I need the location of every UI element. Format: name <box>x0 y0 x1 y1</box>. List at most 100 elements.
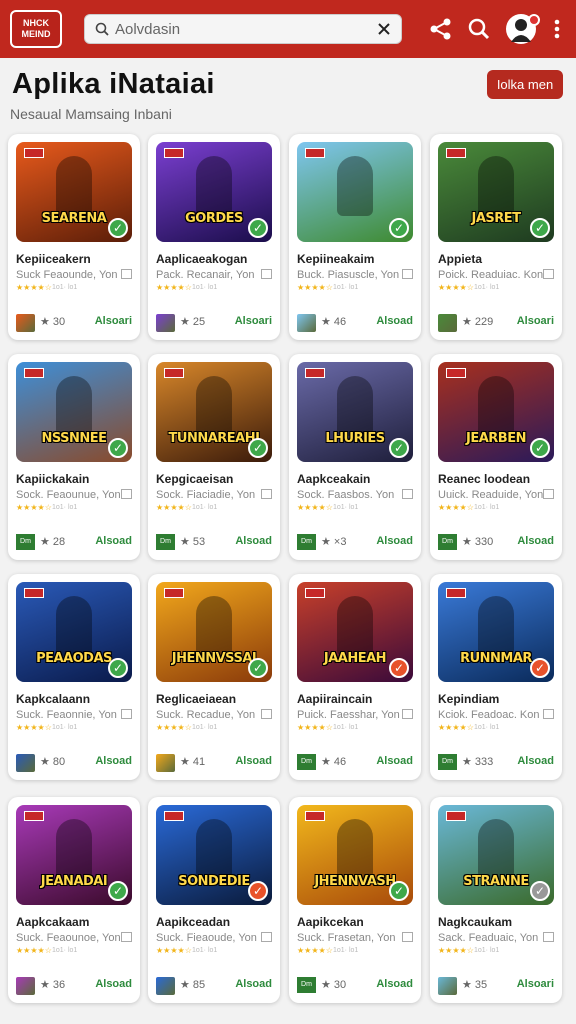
app-logo[interactable]: NHCK MEIND <box>10 10 62 48</box>
page-subtitle: Nesaual Mamsaing Inbani <box>10 106 172 122</box>
info-icon[interactable] <box>121 489 132 499</box>
install-button[interactable]: Alsoad <box>376 755 413 767</box>
install-button[interactable]: Alsoad <box>95 755 132 767</box>
info-icon[interactable] <box>402 489 413 499</box>
share-icon[interactable] <box>428 16 454 42</box>
app-card[interactable]: PEAAODAS ✓ Kapkcalaann Suck. Feaonnie, Yon ★… <box>8 574 140 780</box>
info-icon[interactable] <box>543 709 554 719</box>
app-thumbnail[interactable]: JASRET ✓ <box>438 142 554 242</box>
app-thumbnail[interactable]: ✓ <box>297 142 413 242</box>
app-name[interactable]: Kapkcalaann <box>16 692 90 706</box>
app-name[interactable]: Reglicaeiaean <box>156 692 236 706</box>
app-name[interactable]: Kapiickakain <box>16 472 89 486</box>
app-name[interactable]: Aapkcakaam <box>16 915 89 929</box>
character-figure-icon <box>196 376 232 436</box>
app-thumbnail[interactable]: NSSNNEE ✓ <box>16 362 132 462</box>
installed-check-icon: ✓ <box>108 881 128 901</box>
install-button[interactable]: Alsoad <box>95 978 132 990</box>
app-name[interactable]: Aaplicaeakogan <box>156 252 247 266</box>
info-icon[interactable] <box>261 709 272 719</box>
app-card[interactable]: LHURIES ✓ Aapkceakain Sock. Faasbos. Yon ★★★… <box>289 354 421 560</box>
app-thumbnail[interactable]: JHENNVASH ✓ <box>297 805 413 905</box>
install-button[interactable]: Alsoari <box>95 315 132 327</box>
app-name[interactable]: Aapiiraincain <box>297 692 372 706</box>
install-button[interactable]: Alsoad <box>235 535 272 547</box>
app-name[interactable]: Kepgicaeisan <box>156 472 233 486</box>
install-button[interactable]: Alsoad <box>235 755 272 767</box>
search-input[interactable]: Aolvdasin <box>84 14 402 44</box>
info-icon[interactable] <box>121 932 132 942</box>
app-card[interactable]: SEARENA ✓ Kepiiceakern Suck Feaounde, Yon ★★… <box>8 134 140 340</box>
app-name[interactable]: Reanec loodean <box>438 472 530 486</box>
app-thumbnail[interactable]: SEARENA ✓ <box>16 142 132 242</box>
info-icon[interactable] <box>261 489 272 499</box>
install-button[interactable]: Alsoad <box>95 535 132 547</box>
app-name[interactable]: Aapikcekan <box>297 915 364 929</box>
app-name[interactable]: Aapkceakain <box>297 472 370 486</box>
rating-count: 1o1· lo1 <box>333 284 359 291</box>
install-button[interactable]: Alsoad <box>376 978 413 990</box>
app-name[interactable]: Nagkcaukam <box>438 915 512 929</box>
app-thumbnail[interactable]: JHENNVSSAI ✓ <box>156 582 272 682</box>
install-button[interactable]: Alsoad <box>517 755 554 767</box>
app-thumbnail[interactable]: SONDEDIE ✓ <box>156 805 272 905</box>
more-vertical-icon[interactable] <box>544 16 570 42</box>
app-thumbnail[interactable]: RUNNMAR ✓ <box>438 582 554 682</box>
info-icon[interactable] <box>261 269 272 279</box>
install-button[interactable]: Alsoad <box>376 535 413 547</box>
app-card[interactable]: STRANNE ✓ Nagkcaukam Sack. Feaduaic, Yon ★★★… <box>430 797 562 1003</box>
install-button[interactable]: Alsoari <box>235 315 272 327</box>
app-card[interactable]: JEARBEN ✓ Reanec loodean Uuick. Readuide, Y… <box>430 354 562 560</box>
app-card[interactable]: JEANADAI ✓ Aapkcakaam Suck. Feaounoe, Yon ★★… <box>8 797 140 1003</box>
app-card[interactable]: JASRET ✓ Appieta Poick. Readuiac. Kon ★★★★☆ 1… <box>430 134 562 340</box>
star-rating: ★★★★☆ <box>297 723 333 732</box>
install-button[interactable]: Alsoad <box>235 978 272 990</box>
install-button[interactable]: Alsoad <box>517 535 554 547</box>
app-card[interactable]: GORDES ✓ Aaplicaeakogan Pack. Recanair, Yon… <box>148 134 280 340</box>
info-icon[interactable] <box>121 709 132 719</box>
install-button[interactable]: Alsoad <box>376 315 413 327</box>
app-card[interactable]: NSSNNEE ✓ Kapiickakain Sock. Feaounue, Yon ★… <box>8 354 140 560</box>
app-name[interactable]: Kepiineakaim <box>297 252 374 266</box>
app-rating: ★ ×3 <box>321 536 347 548</box>
app-thumbnail[interactable]: LHURIES ✓ <box>297 362 413 462</box>
rating-count: 1o1· lo1 <box>52 947 78 954</box>
star-rating: ★★★★☆ <box>297 946 333 955</box>
app-thumbnail[interactable]: STRANNE ✓ <box>438 805 554 905</box>
install-button[interactable]: Alsoari <box>517 315 554 327</box>
info-icon[interactable] <box>402 932 413 942</box>
info-icon[interactable] <box>121 269 132 279</box>
app-thumbnail[interactable]: TUNNAREAHI ✓ <box>156 362 272 462</box>
info-icon[interactable] <box>261 932 272 942</box>
info-icon[interactable] <box>402 269 413 279</box>
app-name[interactable]: Appieta <box>438 252 482 266</box>
app-publisher: Buck. Piasuscle, Yon <box>297 269 400 281</box>
info-icon[interactable] <box>543 489 554 499</box>
app-name[interactable]: Kepiiceakern <box>16 252 91 266</box>
app-card[interactable]: JAAHEAH ✓ Aapiiraincain Puick. Faesshar, Yo… <box>289 574 421 780</box>
app-thumbnail[interactable]: JAAHEAH ✓ <box>297 582 413 682</box>
app-card[interactable]: SONDEDIE ✓ Aapikceadan Suck. Fieaoude, Yon ★… <box>148 797 280 1003</box>
info-icon[interactable] <box>543 269 554 279</box>
app-thumbnail[interactable]: PEAAODAS ✓ <box>16 582 132 682</box>
app-thumbnail[interactable]: JEARBEN ✓ <box>438 362 554 462</box>
info-icon[interactable] <box>402 709 413 719</box>
app-name[interactable]: Aapikceadan <box>156 915 230 929</box>
search-icon[interactable] <box>466 16 492 42</box>
installed-check-icon: ✓ <box>248 881 268 901</box>
app-card[interactable]: JHENNVASH ✓ Aapikcekan Suck. Frasetan, Yon ★… <box>289 797 421 1003</box>
header-action-button[interactable]: Iolka men <box>487 70 563 99</box>
app-card[interactable]: ✓ Kepiineakaim Buck. Piasuscle, Yon ★★★★☆ 1o… <box>289 134 421 340</box>
app-card[interactable]: JHENNVSSAI ✓ Reglicaeiaean Suck. Recadue, Y… <box>148 574 280 780</box>
close-icon[interactable] <box>375 20 393 38</box>
star-rating: ★★★★☆ <box>156 283 192 292</box>
app-name[interactable]: Kepindiam <box>438 692 499 706</box>
install-button[interactable]: Alsoari <box>517 978 554 990</box>
app-thumbnail[interactable]: JEANADAI ✓ <box>16 805 132 905</box>
app-publisher: Suck. Feaonnie, Yon <box>16 709 117 721</box>
app-card[interactable]: RUNNMAR ✓ Kepindiam Kciok. Feadoac. Kon ★★★★… <box>430 574 562 780</box>
info-icon[interactable] <box>543 932 554 942</box>
app-thumbnail[interactable]: GORDES ✓ <box>156 142 272 242</box>
app-card[interactable]: TUNNAREAHI ✓ Kepgicaeisan Sock. Fiaciadie, … <box>148 354 280 560</box>
avatar[interactable] <box>506 14 540 44</box>
